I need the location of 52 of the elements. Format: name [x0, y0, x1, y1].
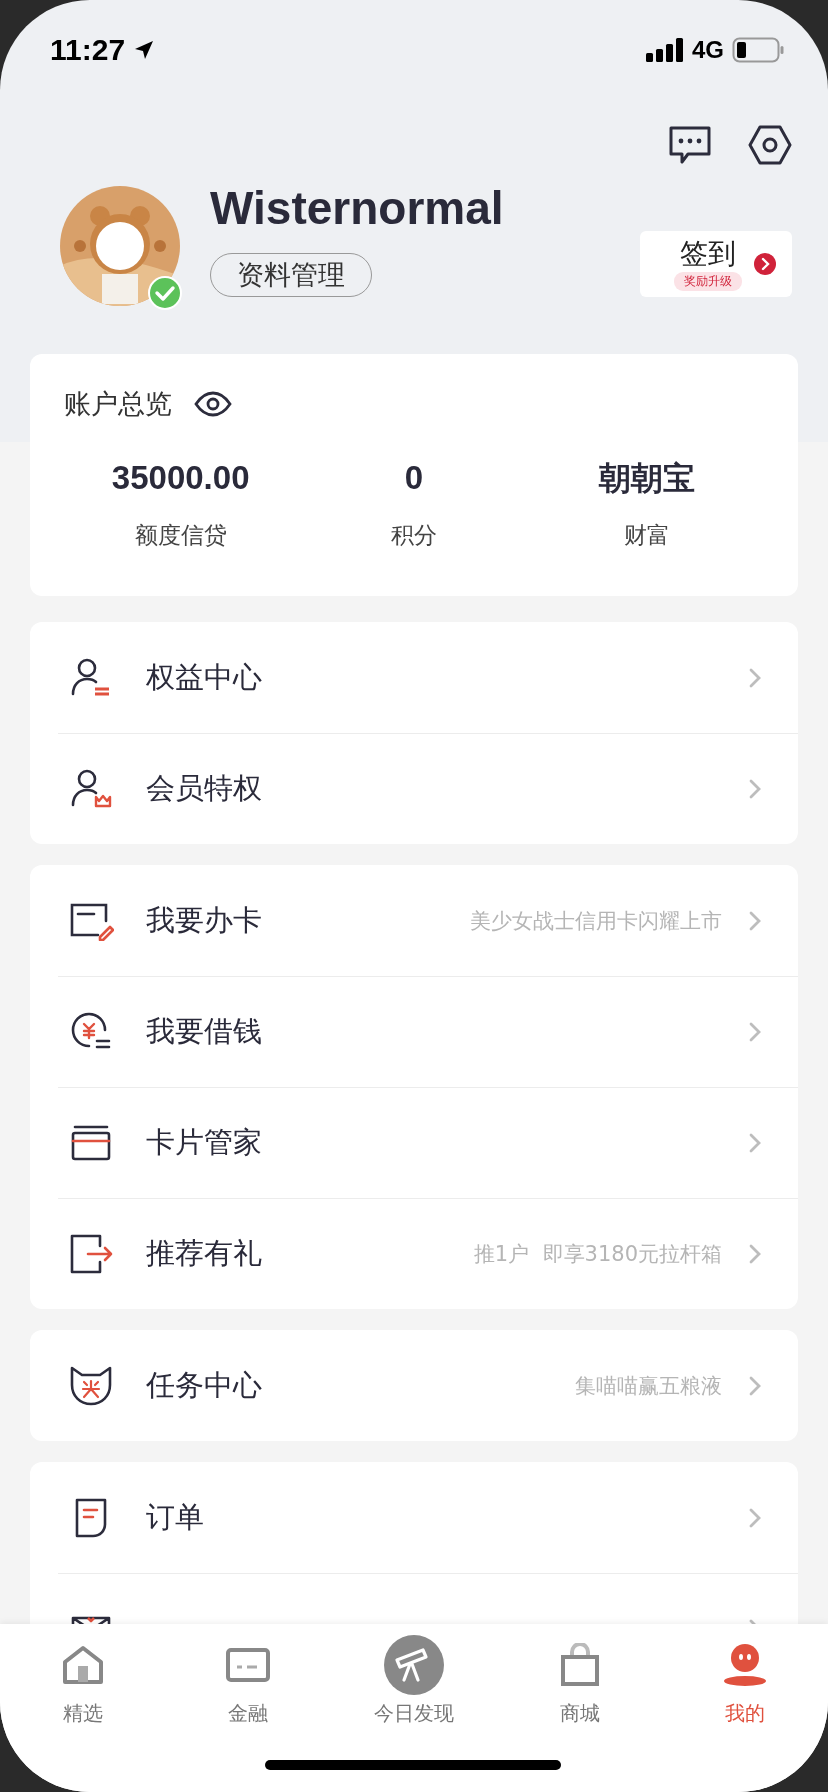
message-icon[interactable]	[668, 125, 712, 165]
menu-label: 我要借钱	[146, 1012, 262, 1050]
menu-label: 卡片管家	[146, 1123, 262, 1161]
menu-label: 我要办卡	[146, 901, 262, 939]
settings-icon[interactable]	[748, 125, 792, 165]
reward-badge: 奖励升级	[674, 271, 742, 291]
menu-note: 集喵喵赢五粮液	[575, 1372, 722, 1400]
location-arrow-icon	[133, 39, 156, 61]
menu-item[interactable]: 我要借钱	[30, 976, 798, 1087]
chevron-icon	[748, 1506, 762, 1529]
checkin-button[interactable]: 签到 奖励升级	[640, 231, 792, 297]
menu-item[interactable]: 订单	[30, 1462, 798, 1573]
stat-value: 0	[404, 458, 424, 498]
network-label: 4G	[692, 36, 724, 64]
menu-note: 推1户 即享3180元拉杆箱	[473, 1240, 722, 1268]
menu-item[interactable]: 会员特权	[30, 733, 798, 844]
menu-label: 会员特权	[146, 769, 262, 807]
section-title: 账户总览	[64, 387, 172, 421]
chevron-icon	[748, 777, 762, 800]
stat-label: 财富	[624, 521, 671, 550]
chevron-icon	[748, 666, 762, 689]
menu-item[interactable]: 我要办卡 美少女战士信用卡闪耀上市	[30, 865, 798, 976]
menu-note: 美少女战士信用卡闪耀上市	[470, 907, 722, 935]
menu-item[interactable]: 推荐有礼 推1户 即享3180元拉杆箱	[30, 1198, 798, 1309]
tab-item[interactable]: 金融	[165, 1634, 332, 1727]
status-time: 11:27	[50, 33, 126, 67]
battery-icon	[732, 37, 784, 63]
menu-label: 推荐有礼	[146, 1234, 262, 1272]
stat-value: 朝朝宝	[599, 458, 696, 499]
menu-item[interactable]: 权益中心	[30, 622, 798, 733]
signal-icon	[646, 38, 684, 62]
menu-label: 任务中心	[146, 1366, 262, 1404]
chevron-icon	[748, 1242, 762, 1265]
tab-item[interactable]: 我的	[662, 1634, 828, 1727]
menu-label: 订单	[146, 1498, 204, 1536]
tab-item[interactable]: 商城	[496, 1634, 663, 1727]
stat-label: 积分	[391, 521, 437, 550]
menu-item[interactable]: 卡片管家	[30, 1087, 798, 1198]
menu-item[interactable]: 任务中心 集喵喵赢五粮液	[30, 1330, 798, 1441]
eye-icon[interactable]	[194, 391, 232, 417]
menu-label: 权益中心	[146, 658, 262, 696]
chevron-icon	[748, 1374, 762, 1397]
stat-value: 35000.00	[111, 458, 250, 498]
stat-label: 额度信贷	[134, 521, 227, 550]
tab-item[interactable]: 今日发现	[331, 1634, 497, 1727]
user-name: Wisternormal	[210, 181, 505, 235]
chevron-icon	[748, 1131, 762, 1154]
tab-item[interactable]: 精选	[0, 1634, 166, 1727]
telescope-icon	[383, 1634, 445, 1696]
chevron-icon	[748, 909, 762, 932]
chevron-icon	[754, 253, 776, 275]
chevron-icon	[748, 1020, 762, 1043]
